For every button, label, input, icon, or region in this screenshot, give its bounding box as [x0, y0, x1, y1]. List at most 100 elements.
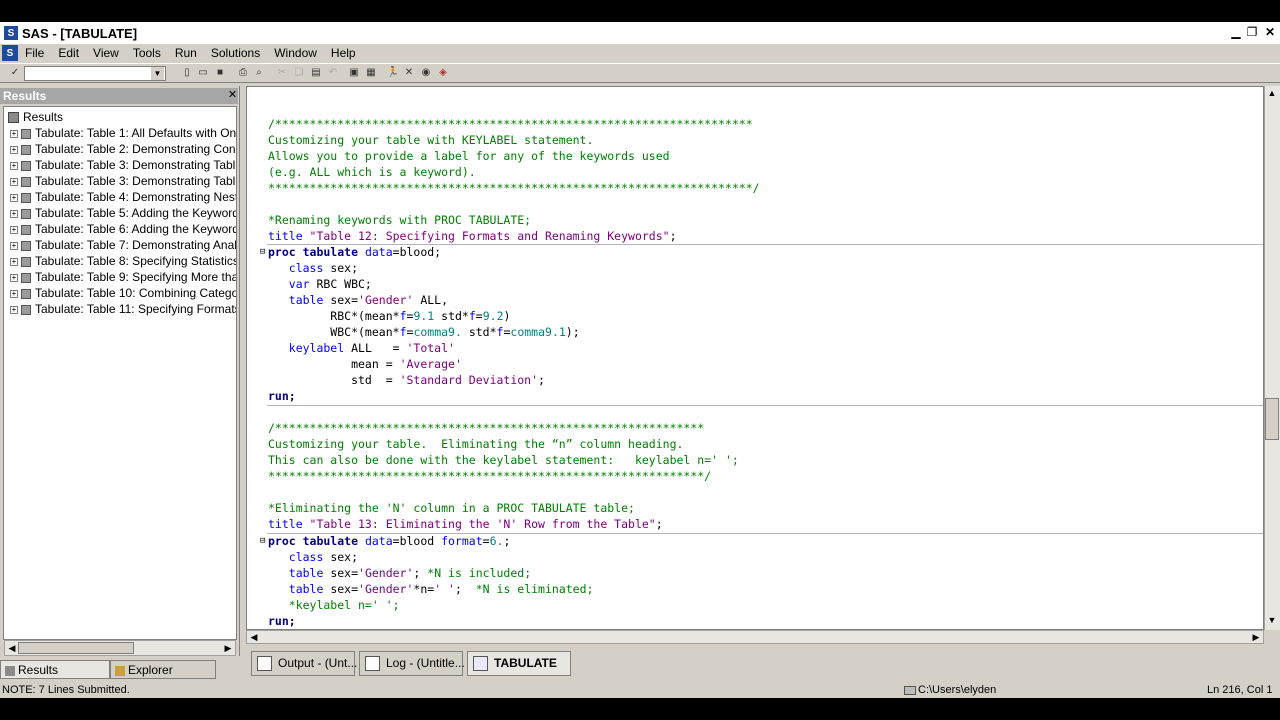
- print-preview-icon[interactable]: ⌕: [252, 66, 266, 80]
- results-hscroll-thumb[interactable]: [18, 642, 134, 654]
- expand-icon[interactable]: +: [10, 273, 18, 282]
- expand-icon[interactable]: +: [10, 161, 18, 170]
- tree-item[interactable]: + Tabulate: Table 4: Demonstrating Nesti: [10, 190, 236, 204]
- scroll-down-icon[interactable]: ▼: [1265, 613, 1279, 627]
- command-dropdown-icon[interactable]: ▼: [151, 67, 164, 80]
- editor-vscrollbar[interactable]: [1264, 86, 1280, 630]
- tabulate-icon: [21, 128, 31, 139]
- tab-log[interactable]: Log - (Untitle...: [359, 651, 465, 676]
- tree-item[interactable]: + Tabulate: Table 7: Demonstrating Analy: [10, 238, 236, 252]
- tabulate-icon: [21, 160, 31, 171]
- tabulate-icon: [21, 192, 31, 203]
- expand-icon[interactable]: +: [10, 129, 18, 138]
- submit-icon[interactable]: 🏃: [386, 66, 400, 80]
- minimize-icon[interactable]: ▁: [1228, 25, 1244, 39]
- scroll-left-icon[interactable]: ◀: [5, 641, 19, 655]
- document-icon[interactable]: S: [2, 45, 18, 61]
- tab-tabulate[interactable]: TABULATE: [467, 651, 571, 676]
- expand-icon[interactable]: +: [10, 193, 18, 202]
- tree-item[interactable]: + Tabulate: Table 9: Specifying More than: [10, 270, 236, 284]
- tree-item[interactable]: + Tabulate: Table 2: Demonstrating Conc: [10, 142, 236, 156]
- expand-icon[interactable]: +: [10, 305, 18, 314]
- menu-tools[interactable]: Tools: [126, 46, 168, 60]
- menu-file[interactable]: File: [18, 46, 51, 60]
- results-close-icon[interactable]: ✕: [227, 89, 238, 101]
- tree-item[interactable]: + Tabulate: Table 6: Adding the Keyword: [10, 222, 236, 236]
- editor-hscrollbar[interactable]: [246, 630, 1264, 644]
- clear-all-icon[interactable]: ✕: [402, 66, 416, 80]
- expand-icon[interactable]: +: [10, 289, 18, 298]
- tree-root-label: Results: [23, 110, 64, 124]
- new-library-icon[interactable]: ▣: [347, 66, 361, 80]
- check-icon[interactable]: ✓: [8, 66, 22, 80]
- menu-window[interactable]: Window: [267, 46, 324, 60]
- scroll-up-icon[interactable]: ▲: [1265, 86, 1279, 100]
- expand-icon[interactable]: +: [10, 257, 18, 266]
- code-line: table sex='Gender'*n=' '; *N is eliminat…: [268, 582, 594, 596]
- menu-view[interactable]: View: [86, 46, 126, 60]
- code-line: *Renaming keywords with PROC TABULATE;: [268, 213, 532, 227]
- tree-item[interactable]: + Tabulate: Table 5: Adding the Keyword: [10, 206, 236, 220]
- copy-icon[interactable]: ❏: [292, 66, 306, 80]
- collapse-icon[interactable]: ⊟: [260, 536, 265, 546]
- restore-icon[interactable]: ❐: [1244, 25, 1260, 39]
- code-line: proc tabulate data=blood;: [268, 245, 442, 259]
- expand-icon[interactable]: +: [10, 209, 18, 218]
- results-tab-icon: [5, 665, 15, 676]
- tabulate-icon: [21, 208, 31, 219]
- tree-item[interactable]: + Tabulate: Table 1: All Defaults with On…: [10, 126, 236, 140]
- expand-icon[interactable]: +: [10, 177, 18, 186]
- tab-results[interactable]: Results: [0, 660, 110, 679]
- tree-item[interactable]: + Tabulate: Table 3: Demonstrating Table: [10, 158, 236, 172]
- command-input[interactable]: [24, 66, 166, 81]
- editor-vscroll-thumb[interactable]: [1265, 398, 1279, 440]
- tabulate-icon: [21, 176, 31, 187]
- menu-edit[interactable]: Edit: [51, 46, 86, 60]
- menu-bar: S File Edit View Tools Run Solutions Win…: [0, 44, 1280, 104]
- undo-icon[interactable]: ↶: [326, 66, 340, 80]
- paste-icon[interactable]: ▤: [309, 66, 323, 80]
- tab-output[interactable]: Output - (Unt...: [251, 651, 357, 676]
- tabulate-icon: [21, 304, 31, 315]
- expand-icon[interactable]: +: [10, 145, 18, 154]
- program-editor[interactable]: /***************************************…: [246, 86, 1264, 630]
- expand-icon[interactable]: +: [10, 241, 18, 250]
- code-line: run;: [268, 389, 296, 403]
- scroll-right-icon[interactable]: ▶: [221, 641, 235, 655]
- menu-solutions[interactable]: Solutions: [204, 46, 267, 60]
- sas-icon: S: [4, 26, 18, 40]
- code-line: class sex;: [268, 550, 359, 564]
- save-icon[interactable]: ■: [213, 66, 227, 80]
- code-line: *Eliminating the 'N' column in a PROC TA…: [268, 501, 635, 515]
- expand-icon[interactable]: +: [10, 225, 18, 234]
- menu-help[interactable]: Help: [324, 46, 363, 60]
- menu-run[interactable]: Run: [168, 46, 204, 60]
- tree-item[interactable]: + Tabulate: Table 10: Combining Categori: [10, 286, 236, 300]
- break-icon[interactable]: ◉: [419, 66, 433, 80]
- close-icon[interactable]: ✕: [1262, 25, 1278, 39]
- collapse-icon[interactable]: ⊟: [260, 247, 265, 257]
- tree-item[interactable]: + Tabulate: Table 8: Specifying Statistic…: [10, 254, 236, 268]
- sas-explorer-icon[interactable]: ▦: [364, 66, 378, 80]
- step-separator: [267, 405, 1263, 406]
- tabulate-icon: [21, 240, 31, 251]
- code-line: /***************************************…: [268, 117, 753, 131]
- output-icon: [257, 656, 272, 671]
- new-icon[interactable]: ▯: [180, 66, 194, 80]
- status-note: NOTE: 7 Lines Submitted.: [2, 684, 130, 696]
- cut-icon[interactable]: ✂: [275, 66, 289, 80]
- tree-item[interactable]: + Tabulate: Table 11: Specifying Formats: [10, 302, 236, 316]
- tree-root[interactable]: Results: [8, 110, 63, 124]
- code-line: Customizing your table with KEYLABEL sta…: [268, 133, 594, 147]
- help-icon[interactable]: ◈: [436, 66, 450, 80]
- code-line: Customizing your table. Eliminating the …: [268, 437, 684, 451]
- tree-item[interactable]: + Tabulate: Table 3: Demonstrating Table: [10, 174, 236, 188]
- open-icon[interactable]: ▭: [196, 66, 210, 80]
- editor-scroll-left-icon[interactable]: ◀: [247, 630, 261, 644]
- tab-explorer[interactable]: Explorer: [110, 660, 216, 679]
- editor-scroll-right-icon[interactable]: ▶: [1249, 630, 1263, 644]
- print-icon[interactable]: ⎙: [236, 66, 250, 80]
- tabulate-icon: [21, 288, 31, 299]
- code-line: table sex='Gender' ALL,: [268, 293, 449, 307]
- tabulate-icon: [21, 272, 31, 283]
